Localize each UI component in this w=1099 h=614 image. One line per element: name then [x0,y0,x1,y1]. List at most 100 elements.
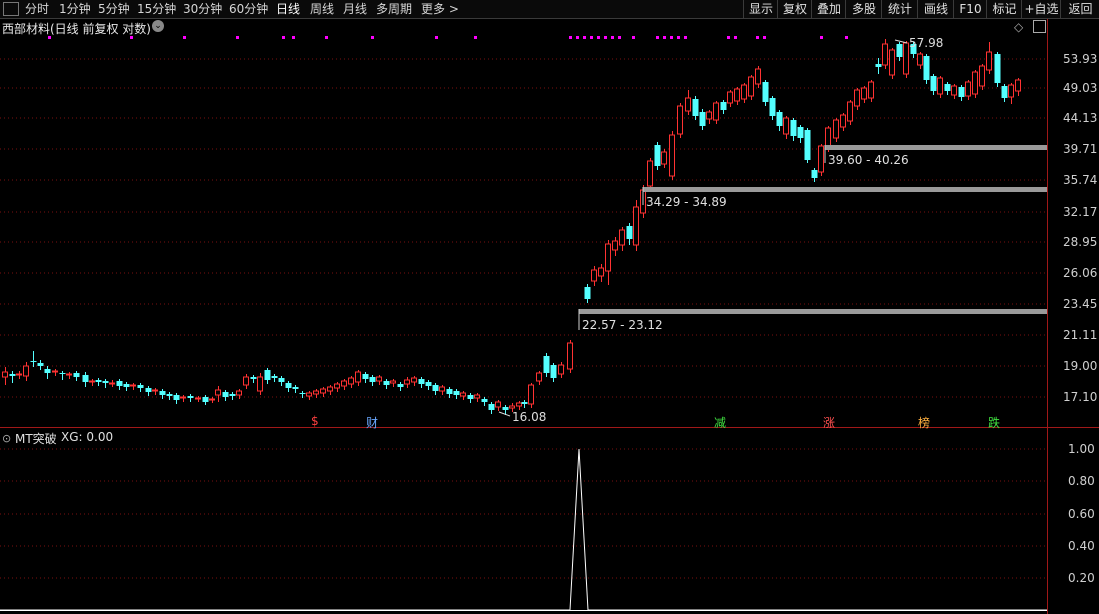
gear-icon[interactable] [1033,20,1046,33]
mark-button[interactable]: 标记 [986,0,1022,18]
price-tick-label: 53.93 [1063,52,1098,66]
zone-label: 22.57 - 23.12 [582,318,663,332]
indicator-tick-label: 1.00 [1068,442,1095,456]
tab-15min[interactable]: 15分钟 [137,1,176,17]
signal-dot [845,36,848,39]
stats-button[interactable]: 统计 [881,0,918,18]
diamond-icon[interactable]: ◇ [1014,20,1023,34]
adjust-button[interactable]: 复权 [777,0,812,18]
tab-fenshi[interactable]: 分时 [25,1,49,17]
event-marker[interactable]: $ [311,414,319,428]
event-marker[interactable]: 跌 [988,414,1000,431]
display-button[interactable]: 显示 [743,0,778,18]
tab-multi-period[interactable]: 多周期 [376,1,412,17]
candle-body [598,267,604,277]
candle-body [923,56,930,80]
candle-body [528,384,534,405]
candle-body [734,88,740,102]
candle-body [930,76,937,91]
candle-body [37,363,44,366]
candle-body [994,54,1001,83]
signal-dot [236,36,239,39]
candle-body [861,87,867,100]
candle-body [195,397,201,400]
back-button[interactable]: 返回 [1060,0,1099,18]
signal-dot [734,36,737,39]
candle-body [250,377,257,379]
indicator-title[interactable]: MT突破 [15,430,57,447]
candle-body [626,226,633,239]
event-marker[interactable]: 减 [714,414,726,431]
candle-body [222,392,229,397]
event-marker[interactable]: 财 [366,414,378,431]
tab-5min[interactable]: 5分钟 [98,1,130,17]
signal-dot [663,36,666,39]
candle-body [278,378,285,382]
signal-dot [656,36,659,39]
candle-body [677,105,683,135]
add-watchlist-button[interactable]: +自选 [1021,0,1061,18]
candle-body [460,392,466,397]
zone-label: 39.60 - 40.26 [828,153,909,167]
event-marker[interactable]: 榜 [918,414,930,431]
tab-daily[interactable]: 日线 [276,1,300,17]
candle-body [584,287,591,299]
signal-dot [576,36,579,39]
signal-dot [763,36,766,39]
candle-body [145,388,152,392]
support-zone-bar [579,309,1047,314]
price-tick-label: 26.06 [1063,266,1098,280]
candle-body [488,404,495,410]
f10-button[interactable]: F10 [953,0,987,18]
candle-body [903,42,909,75]
candle-body [633,206,639,246]
candle-body [180,396,186,399]
multi-stock-button[interactable]: 多股 [845,0,882,18]
candle-body [102,381,109,383]
candle-body [811,170,818,178]
tab-1min[interactable]: 1分钟 [59,1,91,17]
candle-body [818,145,824,173]
candle-body [713,102,719,121]
candle-body [669,134,675,177]
overlay-button[interactable]: 叠加 [811,0,846,18]
candle-body [605,243,611,272]
candle-body [215,389,221,396]
candle-body [847,101,853,122]
candle-body [591,269,597,282]
candle-body [390,380,396,384]
candle-body [264,370,271,380]
kline-chart[interactable] [0,0,1099,614]
candle-body [439,386,445,392]
candle-body [137,385,144,388]
candle-body [776,112,783,126]
indicator-gear-icon[interactable]: ⊙ [2,432,11,445]
indicator-tick-label: 0.60 [1068,507,1095,521]
candle-body [229,394,236,396]
tab-weekly[interactable]: 周线 [310,1,334,17]
support-zone-bar [825,145,1047,150]
tab-monthly[interactable]: 月线 [343,1,367,17]
candle-body [619,229,625,246]
candle-body [2,371,8,378]
signal-dot [618,36,621,39]
candle-body [66,373,72,376]
tab-60min[interactable]: 60分钟 [229,1,268,17]
toolbar-icon[interactable] [3,2,19,16]
candle-body [59,373,66,374]
chevron-down-icon[interactable]: ⌄ [152,20,164,32]
candle-body [16,373,22,376]
candle-body [748,76,754,97]
candle-body [804,130,811,160]
event-marker[interactable]: 涨 [823,414,835,431]
candle-body [320,388,326,394]
candle-body [685,97,691,112]
signal-dot [611,36,614,39]
tab-more[interactable]: 更多 > [421,1,459,17]
candle-body [833,119,839,139]
candle-body [383,381,390,385]
candle-body [543,356,550,373]
tab-30min[interactable]: 30分钟 [183,1,222,17]
candle-body [558,364,564,375]
draw-button[interactable]: 画线 [917,0,954,18]
